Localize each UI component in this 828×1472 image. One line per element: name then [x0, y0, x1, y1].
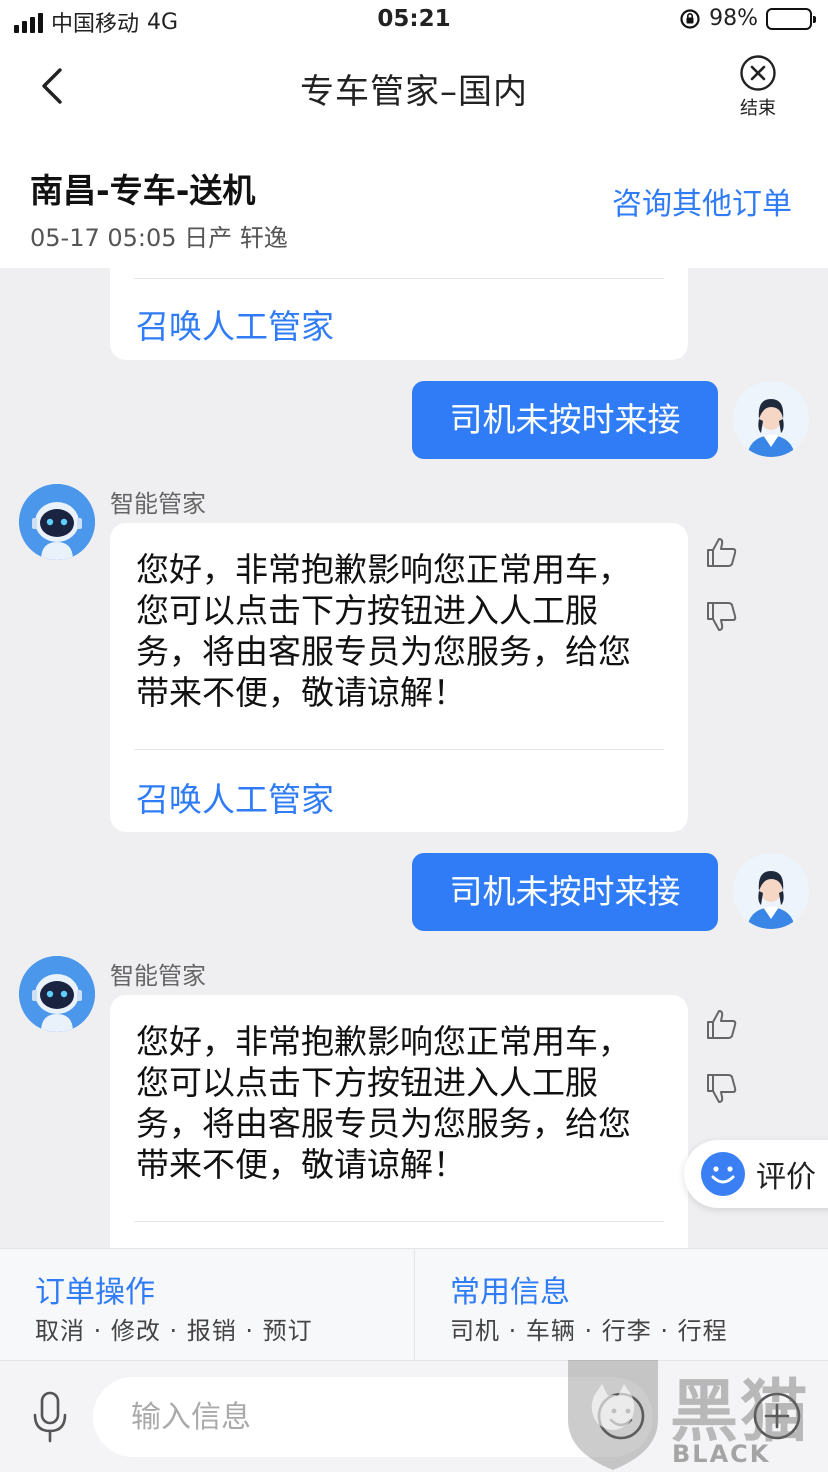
battery-percent: 98%: [709, 6, 758, 31]
rotation-lock-icon: [680, 8, 700, 29]
bot-message-text: 您好，非常抱歉影响您正常用车，您可以点击下方按钮进入人工服务，将由客服专员为您服…: [136, 1022, 631, 1184]
status-bar: 中国移动 4G 05:21 98%: [0, 0, 828, 44]
other-orders-link[interactable]: 咨询其他订单: [612, 179, 792, 223]
card-divider: [134, 1221, 664, 1222]
thumbs-down-icon[interactable]: [704, 1070, 740, 1106]
input-bar: [0, 1360, 828, 1472]
end-label: 结束: [740, 98, 776, 119]
common-info-title: 常用信息: [450, 1275, 570, 1310]
page-title: 专车管家–国内: [300, 72, 528, 112]
thumbs-up-icon[interactable]: [704, 1007, 740, 1043]
order-ops-title: 订单操作: [35, 1275, 155, 1310]
bot-message-card: 召唤人工管家: [110, 268, 688, 360]
call-human-link[interactable]: 召唤人工管家: [136, 300, 334, 348]
thumbs-up-icon[interactable]: [704, 535, 740, 571]
order-subtitle: 05-17 05:05 日产 轩逸: [30, 224, 288, 252]
battery-icon: [766, 7, 816, 30]
order-ops-items: 取消 · 修改 · 报销 · 预订: [35, 1317, 313, 1345]
robot-avatar: [19, 484, 95, 560]
nav-bar: 专车管家–国内 结束: [0, 44, 828, 134]
user-avatar: [733, 853, 809, 929]
call-human-link[interactable]: 召唤人工管家: [136, 773, 334, 821]
order-title: 南昌-专车-送机: [30, 171, 256, 210]
message-input[interactable]: [93, 1377, 653, 1457]
order-header: 南昌-专车-送机 05-17 05:05 日产 轩逸 咨询其他订单: [0, 134, 828, 268]
card-divider: [134, 278, 664, 279]
chat-area[interactable]: 召唤人工管家 司机未按时来接 智能管家 您好，非常抱歉影响您正常用车，您可以点击…: [0, 268, 828, 1248]
order-ops-panel[interactable]: 订单操作 取消 · 修改 · 报销 · 预订: [0, 1249, 414, 1361]
close-circle-icon: [740, 55, 776, 91]
end-button[interactable]: 结束: [728, 54, 788, 120]
common-info-items: 司机 · 车辆 · 行李 · 行程: [450, 1317, 728, 1345]
status-right: 98%: [679, 6, 816, 31]
rate-label: 评价: [756, 1160, 816, 1195]
smile-icon: [701, 1152, 745, 1196]
mic-icon[interactable]: [30, 1391, 70, 1443]
plus-icon[interactable]: [752, 1391, 802, 1441]
emoji-icon[interactable]: [596, 1391, 646, 1441]
bot-message-card: 您好，非常抱歉影响您正常用车，您可以点击下方按钮进入人工服务，将由客服专员为您服…: [110, 523, 688, 832]
quick-panel: 订单操作 取消 · 修改 · 报销 · 预订 常用信息 司机 · 车辆 · 行李…: [0, 1248, 828, 1361]
bot-name-label: 智能管家: [110, 490, 206, 518]
robot-avatar: [19, 956, 95, 1032]
common-info-panel[interactable]: 常用信息 司机 · 车辆 · 行李 · 行程: [414, 1249, 828, 1361]
bot-message-card: 您好，非常抱歉影响您正常用车，您可以点击下方按钮进入人工服务，将由客服专员为您服…: [110, 995, 688, 1248]
user-avatar: [733, 381, 809, 457]
bot-name-label: 智能管家: [110, 962, 206, 990]
thumbs-down-icon[interactable]: [704, 598, 740, 634]
rate-button[interactable]: 评价: [684, 1140, 828, 1208]
user-message: 司机未按时来接: [412, 853, 718, 931]
bot-message-text: 您好，非常抱歉影响您正常用车，您可以点击下方按钮进入人工服务，将由客服专员为您服…: [136, 550, 631, 712]
card-divider: [134, 749, 664, 750]
user-message: 司机未按时来接: [412, 381, 718, 459]
